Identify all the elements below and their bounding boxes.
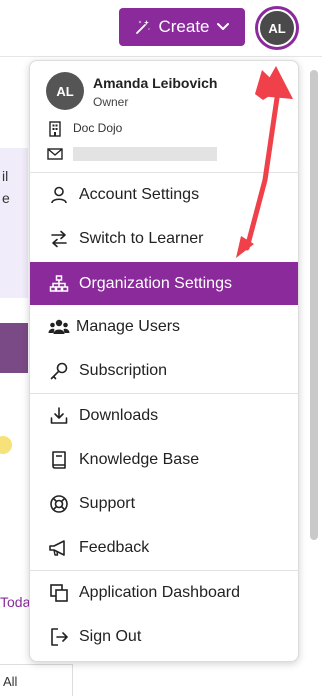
background-button [0, 323, 28, 373]
create-button[interactable]: Create [119, 8, 245, 46]
email-redacted [73, 147, 217, 161]
header-divider [0, 56, 322, 57]
menu-item-switch-to-learner[interactable]: Switch to Learner [30, 218, 298, 260]
users-icon [48, 316, 70, 338]
menu-item-label: Sign Out [79, 628, 142, 645]
menu-item-application-dashboard[interactable]: Application Dashboard [30, 572, 298, 614]
menu-divider [30, 172, 298, 173]
building-icon [49, 121, 61, 137]
avatar-initials: AL [258, 9, 296, 47]
download-icon [48, 405, 70, 427]
menu-item-label: Manage Users [76, 318, 181, 335]
page: il e Toda All Create AL AL Amanda Leibov… [0, 0, 322, 696]
key-icon [48, 360, 70, 382]
menu-divider [30, 393, 298, 394]
chevron-down-icon [216, 23, 229, 30]
menu-item-label: Application Dashboard [79, 584, 240, 601]
menu-item-label: Organization Settings [79, 274, 232, 292]
sign-out-icon [48, 626, 70, 648]
copy-icon [48, 582, 70, 604]
magic-wand-icon [136, 20, 151, 34]
background-link: Toda [0, 594, 31, 610]
menu-item-organization-settings[interactable]: Organization Settings [30, 262, 298, 305]
menu-item-label: Account Settings [79, 186, 200, 203]
menu-item-label: Subscription [79, 362, 168, 379]
menu-item-label: Support [79, 495, 136, 512]
org-chart-icon [48, 273, 70, 295]
menu-item-manage-users[interactable]: Manage Users [30, 306, 298, 348]
user-menu-dropdown: AL Amanda Leibovich Owner Doc Dojo Accou… [29, 60, 299, 662]
menu-divider [30, 570, 298, 571]
menu-item-label: Switch to Learner [79, 230, 204, 247]
background-text: e [2, 190, 10, 206]
swap-arrows-icon [48, 228, 70, 250]
menu-item-label: Knowledge Base [79, 451, 200, 468]
mail-icon [47, 148, 63, 160]
profile-organization: Doc Dojo [73, 121, 123, 135]
person-icon [48, 184, 70, 206]
menu-item-support[interactable]: Support [30, 483, 298, 525]
menu-item-label: Feedback [79, 539, 150, 556]
profile-name: Amanda Leibovich [93, 75, 218, 91]
menu-item-sign-out[interactable]: Sign Out [30, 616, 298, 658]
background-divider [0, 664, 72, 665]
menu-item-feedback[interactable]: Feedback [30, 527, 298, 569]
background-divider [72, 664, 73, 696]
background-tab-all: All [3, 674, 18, 689]
menu-item-knowledge-base[interactable]: Knowledge Base [30, 439, 298, 481]
avatar: AL [46, 72, 84, 110]
menu-item-label: Downloads [79, 407, 159, 424]
menu-item-downloads[interactable]: Downloads [30, 395, 298, 437]
megaphone-icon [48, 537, 70, 559]
create-button-label: Create [158, 17, 210, 36]
background-emoji [0, 436, 12, 454]
book-icon [48, 449, 70, 471]
user-avatar-button[interactable]: AL [255, 6, 299, 50]
menu-item-subscription[interactable]: Subscription [30, 350, 298, 392]
scrollbar[interactable] [310, 70, 318, 540]
profile-section: AL Amanda Leibovich Owner Doc Dojo [30, 61, 298, 171]
background-text: il [2, 168, 9, 184]
menu-item-account-settings[interactable]: Account Settings [30, 174, 298, 216]
profile-role: Owner [93, 95, 129, 109]
lifebuoy-icon [48, 493, 70, 515]
